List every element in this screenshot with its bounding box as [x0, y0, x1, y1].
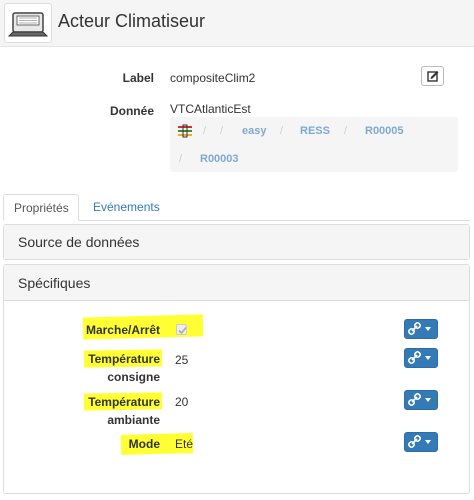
temp-ambiante-label-line2: ambiante: [107, 413, 160, 427]
temp-consigne-label-line1: Température: [88, 352, 160, 366]
caret-down-icon: [425, 356, 431, 360]
edit-icon: [427, 71, 439, 82]
breadcrumb-separator: /: [220, 125, 224, 137]
page-header: Acteur Climatiseur: [0, 0, 474, 47]
specifics-panel-title[interactable]: Spécifiques: [4, 265, 469, 301]
marche-arret-checkbox[interactable]: [176, 324, 187, 335]
breadcrumb-separator: /: [203, 125, 207, 137]
temp-ambiante-value: 20: [175, 395, 189, 409]
donnee-value: VTCAtlanticEst: [170, 102, 251, 116]
breadcrumb-item[interactable]: R00005: [365, 125, 404, 137]
air-conditioner-icon: [4, 3, 52, 43]
edit-label-button[interactable]: [421, 66, 444, 86]
breadcrumb-item[interactable]: RESS: [300, 125, 330, 137]
caret-down-icon: [425, 398, 431, 402]
temp-consigne-value: 25: [175, 353, 189, 367]
breadcrumb-separator: /: [344, 125, 348, 137]
source-panel-title[interactable]: Source de données: [4, 225, 469, 259]
marche-arret-label: Marche/Arrêt: [85, 323, 160, 337]
temp-ambiante-link-button[interactable]: [404, 390, 438, 410]
link-icon: [407, 392, 422, 407]
breadcrumb-item[interactable]: easy: [242, 125, 266, 137]
link-icon: [407, 350, 422, 365]
breadcrumb-separator: /: [280, 125, 284, 137]
tab-properties[interactable]: Propriétés: [3, 194, 79, 221]
breadcrumb-item[interactable]: R00003: [200, 153, 239, 165]
mode-value: Eté: [175, 437, 194, 451]
page-title: Acteur Climatiseur: [58, 11, 206, 31]
tab-events[interactable]: Evénements: [83, 194, 170, 221]
breadcrumb: / / easy / RESS / R00005 / R00003: [170, 117, 458, 172]
label-value: compositeClim2: [170, 71, 256, 85]
temp-ambiante-label-line1: Température: [88, 395, 160, 409]
temp-consigne-link-button[interactable]: [404, 348, 438, 368]
network-icon: [177, 124, 193, 141]
marche-link-button[interactable]: [404, 319, 438, 339]
mode-link-button[interactable]: [404, 432, 438, 452]
check-icon: [178, 326, 187, 335]
link-icon: [407, 321, 422, 336]
temp-consigne-label-line2: consigne: [107, 370, 160, 384]
caret-down-icon: [425, 440, 431, 444]
breadcrumb-separator: /: [179, 153, 183, 165]
donnee-caption: Donnée: [109, 104, 154, 118]
source-panel[interactable]: Source de données: [3, 224, 470, 260]
link-icon: [407, 434, 422, 449]
mode-label: Mode: [128, 437, 160, 451]
label-caption: Label: [122, 71, 154, 85]
caret-down-icon: [425, 327, 431, 331]
